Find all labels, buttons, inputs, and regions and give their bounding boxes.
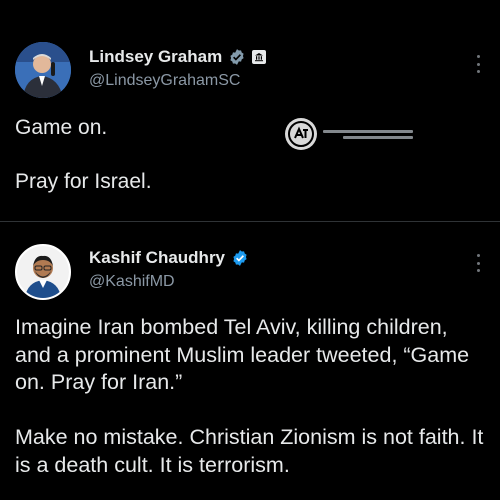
author-handle[interactable]: @LindseyGrahamSC [89, 72, 240, 90]
more-options-icon[interactable] [476, 254, 480, 272]
tweet-kashif-chaudhry[interactable]: Kashif Chaudhry @KashifMD Imagine Iran b… [0, 222, 500, 500]
avatar-image [17, 246, 69, 298]
watermark-logo [285, 116, 435, 152]
government-building-icon [252, 50, 267, 64]
verified-badge-icon [233, 250, 247, 266]
tweet-lindsey-graham[interactable]: Lindsey Graham @LindseyGrahamSC Game on.… [0, 0, 500, 222]
tweet-text: Imagine Iran bombed Tel Aviv, killing ch… [15, 315, 484, 477]
author-name-row: Kashif Chaudhry [89, 248, 249, 268]
avatar-image [15, 42, 71, 98]
avatar[interactable] [15, 244, 71, 300]
author-name-row: Lindsey Graham [89, 47, 267, 67]
more-options-icon[interactable] [476, 55, 480, 73]
author-handle[interactable]: @KashifMD [89, 273, 175, 291]
author-display-name[interactable]: Lindsey Graham [89, 47, 222, 67]
author-display-name[interactable]: Kashif Chaudhry [89, 248, 225, 268]
verified-badge-icon [230, 49, 244, 65]
avatar[interactable] [15, 42, 71, 98]
watermark-logo-icon [285, 118, 317, 150]
